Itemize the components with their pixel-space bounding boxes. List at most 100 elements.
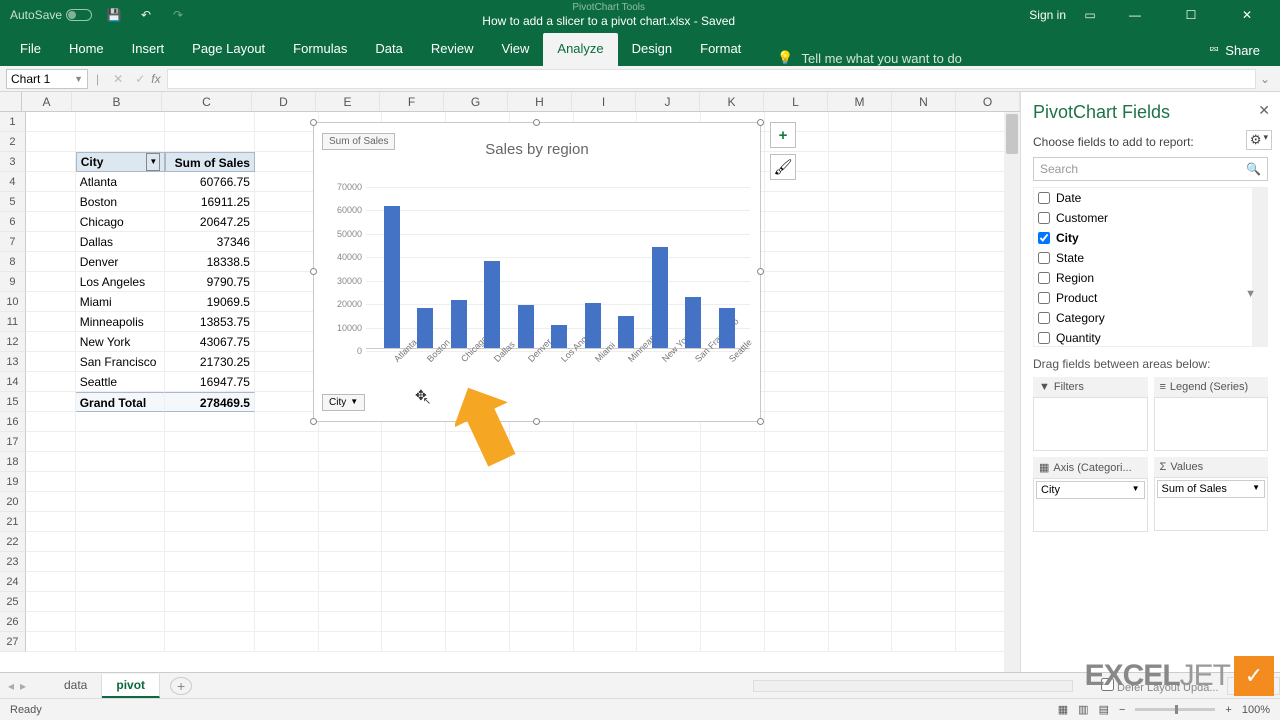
cell[interactable]	[510, 552, 574, 572]
row-header[interactable]: 12	[0, 332, 26, 352]
cell[interactable]	[255, 432, 319, 452]
cell[interactable]: 37346	[165, 232, 255, 252]
cell[interactable]	[255, 472, 319, 492]
cell[interactable]	[892, 212, 956, 232]
column-header[interactable]: J	[636, 92, 700, 111]
cell[interactable]	[829, 252, 893, 272]
cell[interactable]	[510, 532, 574, 552]
cell[interactable]	[829, 112, 893, 132]
cell[interactable]: San Francisco	[76, 352, 166, 372]
cell[interactable]	[829, 552, 893, 572]
cell[interactable]	[574, 552, 638, 572]
cell[interactable]	[765, 252, 829, 272]
expand-formula-icon[interactable]: ⌄	[1256, 72, 1274, 86]
sign-in-link[interactable]: Sign in	[1029, 8, 1066, 22]
row-header[interactable]: 27	[0, 632, 26, 652]
cell[interactable]	[165, 132, 255, 152]
cell[interactable]	[574, 572, 638, 592]
column-header[interactable]: B	[72, 92, 162, 111]
row-header[interactable]: 1	[0, 112, 26, 132]
cell[interactable]	[829, 412, 893, 432]
row-header[interactable]: 21	[0, 512, 26, 532]
page-break-icon[interactable]: ▤	[1099, 703, 1109, 716]
name-box[interactable]: Chart 1 ▼	[6, 69, 88, 89]
field-product[interactable]: Product	[1034, 288, 1252, 308]
cell[interactable]	[765, 612, 829, 632]
cell[interactable]	[892, 232, 956, 252]
zoom-level[interactable]: 100%	[1242, 704, 1270, 716]
cell[interactable]	[255, 312, 319, 332]
horizontal-scrollbar[interactable]	[753, 680, 1073, 692]
chart-elements-button[interactable]: +	[770, 122, 796, 148]
cell[interactable]: Miami	[76, 292, 166, 312]
formula-input[interactable]	[167, 69, 1256, 89]
cell[interactable]	[165, 452, 255, 472]
cell[interactable]	[510, 492, 574, 512]
row-header[interactable]: 23	[0, 552, 26, 572]
tab-format[interactable]: Format	[686, 33, 755, 66]
cell[interactable]	[829, 512, 893, 532]
field-category[interactable]: Category	[1034, 308, 1252, 328]
cell[interactable]	[446, 532, 510, 552]
cell[interactable]	[765, 552, 829, 572]
cell[interactable]	[382, 632, 446, 652]
cell[interactable]: 60766.75	[165, 172, 255, 192]
cell[interactable]	[765, 292, 829, 312]
tab-review[interactable]: Review	[417, 33, 488, 66]
cell[interactable]	[255, 292, 319, 312]
cell[interactable]: Chicago	[76, 212, 166, 232]
enter-icon[interactable]: ✓	[135, 72, 145, 86]
chart-bar[interactable]	[417, 308, 433, 348]
cell[interactable]	[765, 332, 829, 352]
cell[interactable]	[446, 592, 510, 612]
cell[interactable]	[892, 512, 956, 532]
cell[interactable]	[829, 392, 893, 412]
column-header[interactable]: E	[316, 92, 380, 111]
cell[interactable]	[319, 452, 383, 472]
cell[interactable]	[165, 492, 255, 512]
cell[interactable]	[637, 552, 701, 572]
cell[interactable]	[510, 472, 574, 492]
cell[interactable]	[26, 472, 76, 492]
cell[interactable]	[637, 592, 701, 612]
cell[interactable]	[701, 492, 765, 512]
cell[interactable]	[829, 572, 893, 592]
cell[interactable]	[382, 472, 446, 492]
row-header[interactable]: 10	[0, 292, 26, 312]
cell[interactable]	[765, 532, 829, 552]
chart-axis-button[interactable]: City ▼	[322, 394, 365, 411]
cell[interactable]	[701, 512, 765, 532]
cell[interactable]: Atlanta	[76, 172, 166, 192]
cell[interactable]	[829, 592, 893, 612]
cell[interactable]	[829, 292, 893, 312]
cell[interactable]	[829, 272, 893, 292]
cell[interactable]: 43067.75	[165, 332, 255, 352]
cell[interactable]	[510, 632, 574, 652]
cell[interactable]	[510, 572, 574, 592]
cell[interactable]	[701, 472, 765, 492]
cell[interactable]	[76, 412, 166, 432]
resize-handle[interactable]	[533, 119, 540, 126]
cell[interactable]	[382, 452, 446, 472]
row-header[interactable]: 17	[0, 432, 26, 452]
cell[interactable]	[319, 632, 383, 652]
cell[interactable]	[255, 232, 319, 252]
cell[interactable]	[510, 512, 574, 532]
resize-handle[interactable]	[757, 119, 764, 126]
cell[interactable]	[892, 572, 956, 592]
cell[interactable]: Los Angeles	[76, 272, 166, 292]
cell[interactable]	[26, 252, 76, 272]
cell[interactable]	[319, 472, 383, 492]
cell[interactable]	[76, 472, 166, 492]
redo-icon[interactable]: ↷	[168, 5, 188, 25]
column-header[interactable]: H	[508, 92, 572, 111]
cell[interactable]	[892, 252, 956, 272]
cell[interactable]	[26, 232, 76, 252]
cell[interactable]	[255, 132, 319, 152]
cell[interactable]	[26, 352, 76, 372]
axis-area[interactable]: ▦Axis (Categori... City▼	[1033, 457, 1148, 532]
cell[interactable]	[829, 232, 893, 252]
cell[interactable]	[892, 352, 956, 372]
row-header[interactable]: 14	[0, 372, 26, 392]
tab-analyze[interactable]: Analyze	[543, 33, 617, 66]
